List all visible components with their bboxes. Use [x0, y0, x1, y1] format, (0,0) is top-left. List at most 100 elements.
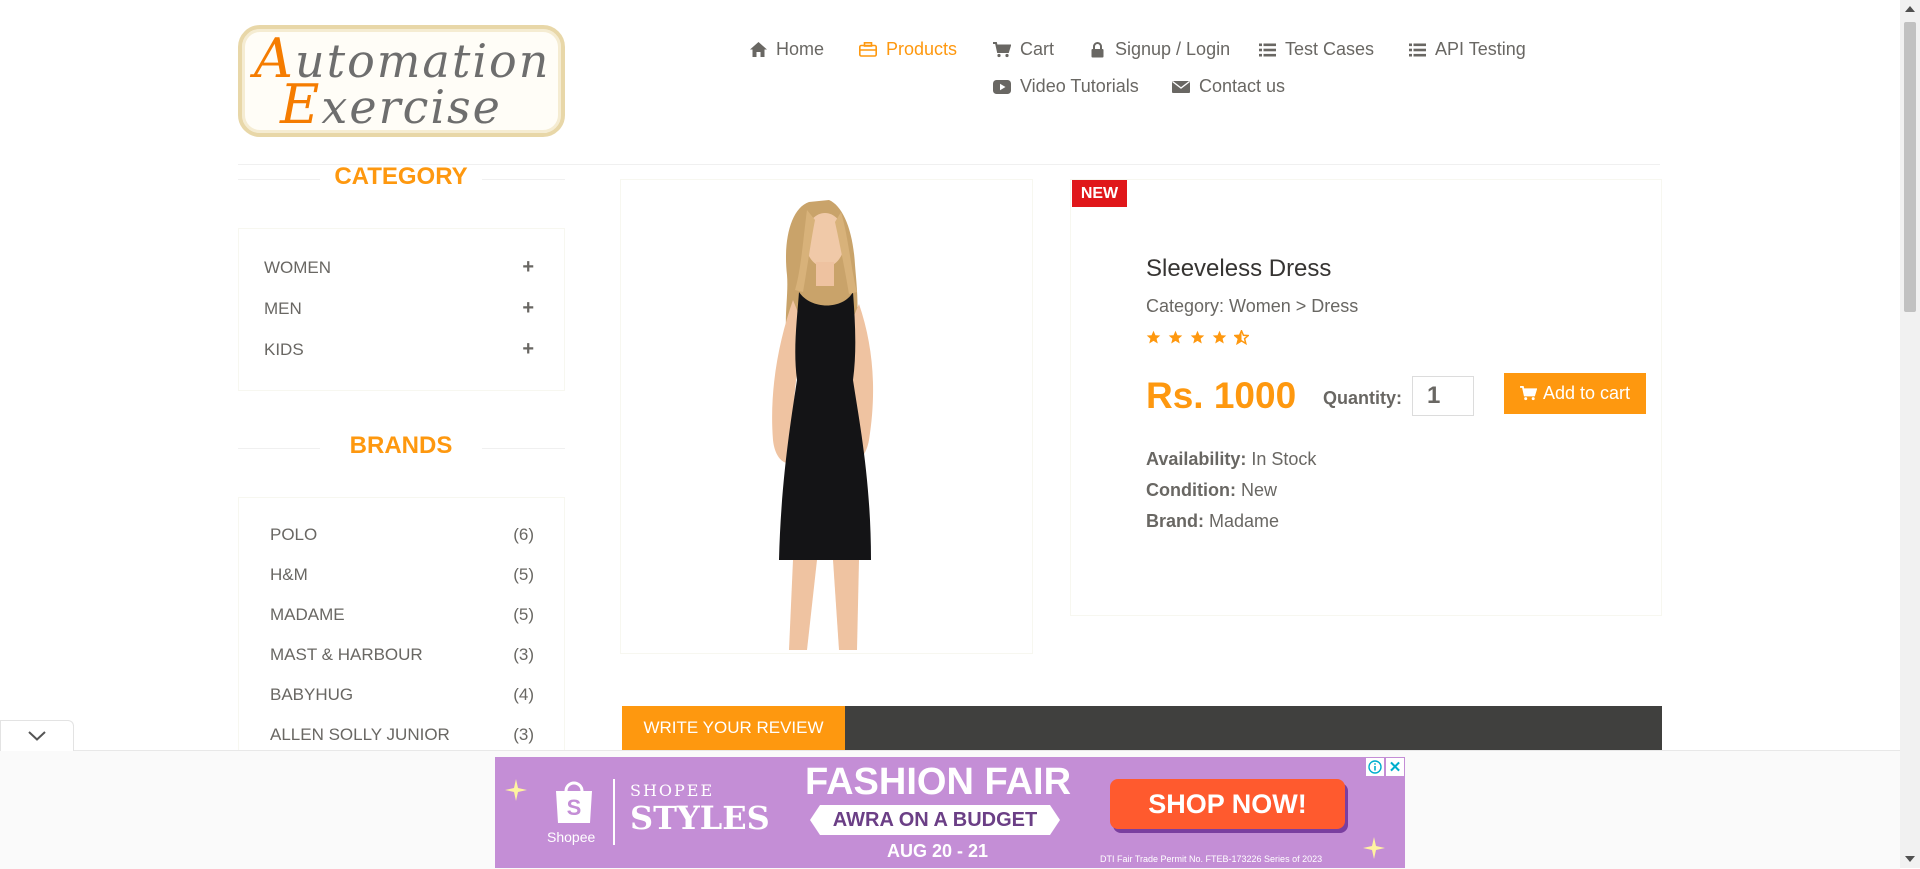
brand-babyhug[interactable]: BABYHUG (4) — [270, 685, 534, 705]
category-men[interactable]: MEN + — [264, 297, 534, 320]
category-women[interactable]: WOMEN + — [264, 256, 534, 279]
brand-count: (5) — [513, 565, 534, 584]
brand-allen-solly-junior[interactable]: ALLEN SOLLY JUNIOR (3) — [270, 725, 534, 745]
title-rule-right — [482, 179, 565, 180]
title-rule-left — [238, 448, 320, 449]
rating-stars — [1146, 330, 1249, 345]
model-illustration — [772, 200, 874, 650]
nav-signup-login-label: Signup / Login — [1115, 39, 1231, 59]
ad-dates: AUG 20 - 21 — [887, 841, 989, 861]
brand-count: (3) — [513, 725, 534, 744]
title-rule-right — [482, 448, 565, 449]
briefcase-icon — [859, 41, 877, 59]
sparkle-icon — [1363, 837, 1385, 859]
sparkle-icon — [505, 779, 527, 801]
shopee-title-top: SHOPEE — [630, 781, 715, 800]
category-title: CATEGORY — [334, 163, 468, 190]
nav-signup-login[interactable]: Signup / Login — [1088, 39, 1230, 60]
brands-title: BRANDS — [349, 432, 453, 459]
product-name: Sleeveless Dress — [1146, 255, 1332, 282]
lock-icon — [1088, 41, 1106, 59]
star-half-icon — [1234, 330, 1249, 345]
quantity-input[interactable] — [1412, 376, 1474, 416]
brand-count: (3) — [513, 645, 534, 664]
quantity-label: Quantity: — [1323, 388, 1402, 408]
collapse-ad-button[interactable] — [0, 720, 74, 751]
nav-test-cases-label: Test Cases — [1285, 39, 1375, 59]
ad-banner[interactable]: S Shopee SHOPEE STYLES FASHION FAIR AWRA… — [495, 757, 1405, 868]
nav-api-testing[interactable]: API Testing — [1408, 39, 1526, 60]
youtube-play-icon — [993, 78, 1011, 96]
nav-api-testing-label: API Testing — [1435, 39, 1526, 59]
site-logo[interactable]: Automation Exercise — [238, 25, 565, 137]
nav-test-cases[interactable]: Test Cases — [1258, 39, 1374, 60]
ad-subhead: AWRA ON A BUDGET — [810, 805, 1060, 835]
brand: Brand: Madame — [1146, 511, 1280, 531]
brand-mast-harbour[interactable]: MAST & HARBOUR (3) — [270, 645, 534, 665]
scroll-up-arrow[interactable] — [1905, 6, 1915, 12]
ad-close-icon[interactable]: ✕ — [1386, 758, 1404, 776]
product-image — [620, 179, 1033, 654]
ad-headline: FASHION FAIR — [805, 761, 1072, 803]
nav-video-tutorials[interactable]: Video Tutorials — [993, 76, 1139, 97]
category-men-label: MEN — [264, 298, 302, 318]
product-price: Rs. 1000 — [1146, 375, 1297, 416]
brand-count: (4) — [513, 685, 534, 704]
scroll-down-arrow[interactable] — [1905, 856, 1915, 862]
ad-divider — [613, 779, 615, 845]
new-badge: NEW — [1072, 180, 1127, 207]
star-icon — [1146, 330, 1161, 344]
category-panel: WOMEN + MEN + KIDS + — [238, 228, 565, 391]
product-category: Category: Women > Dress — [1146, 296, 1359, 316]
shopee-title-bottom: STYLES — [630, 799, 770, 837]
envelope-icon — [1172, 78, 1190, 96]
logo-line-2: Exercise — [280, 73, 502, 136]
availability: Availability: In Stock — [1146, 449, 1317, 469]
add-to-cart-button[interactable]: Add to cart — [1504, 373, 1646, 414]
expand-icon[interactable]: + — [522, 256, 534, 279]
cart-icon — [1520, 386, 1537, 401]
brands-panel: POLO (6) H&M (5) MADAME (5) MAST & HARBO… — [238, 497, 565, 750]
chevron-down-icon — [28, 731, 46, 741]
brand-madame[interactable]: MADAME (5) — [270, 605, 534, 625]
star-icon — [1212, 330, 1227, 344]
expand-icon[interactable]: + — [522, 297, 534, 320]
cart-icon — [993, 41, 1011, 59]
nav-contact-us[interactable]: Contact us — [1172, 76, 1285, 97]
category-kids[interactable]: KIDS + — [264, 338, 534, 361]
nav-video-tutorials-label: Video Tutorials — [1020, 76, 1139, 96]
nav-products-label: Products — [886, 39, 958, 59]
nav-products[interactable]: Products — [859, 39, 957, 60]
tab-write-your-review[interactable]: WRITE YOUR REVIEW — [622, 706, 845, 750]
svg-text:S: S — [567, 795, 582, 820]
brand-count: (6) — [513, 525, 534, 544]
star-icon — [1190, 330, 1205, 344]
ad-shop-now-button[interactable]: SHOP NOW! — [1110, 779, 1345, 829]
nav-cart[interactable]: Cart — [993, 39, 1054, 60]
add-to-cart-label: Add to cart — [1542, 383, 1631, 403]
shopee-bag-icon: S — [550, 779, 598, 825]
list-icon — [1258, 41, 1276, 59]
page-scrollbar[interactable] — [1900, 0, 1920, 868]
ad-permit-text: DTI Fair Trade Permit No. FTEB-173226 Se… — [1100, 854, 1323, 864]
list-icon — [1408, 41, 1426, 59]
category-kids-label: KIDS — [264, 339, 304, 359]
brand-hm[interactable]: H&M (5) — [270, 565, 534, 585]
home-icon — [749, 41, 767, 59]
brand-name: MADAME — [270, 605, 345, 624]
brand-polo[interactable]: POLO (6) — [270, 525, 534, 545]
star-icon — [1168, 330, 1183, 344]
title-rule-left — [238, 179, 320, 180]
brand-name: POLO — [270, 525, 318, 544]
brand-name: BABYHUG — [270, 685, 354, 704]
condition: Condition: New — [1146, 480, 1277, 500]
nav-home-label: Home — [776, 39, 825, 59]
nav-contact-us-label: Contact us — [1199, 76, 1286, 96]
brand-count: (5) — [513, 605, 534, 624]
nav-home[interactable]: Home — [749, 39, 824, 60]
scroll-thumb[interactable] — [1904, 22, 1916, 312]
shopee-label: Shopee — [547, 829, 596, 845]
ad-info-icon[interactable] — [1366, 758, 1384, 776]
expand-icon[interactable]: + — [522, 338, 534, 361]
category-women-label: WOMEN — [264, 257, 332, 277]
